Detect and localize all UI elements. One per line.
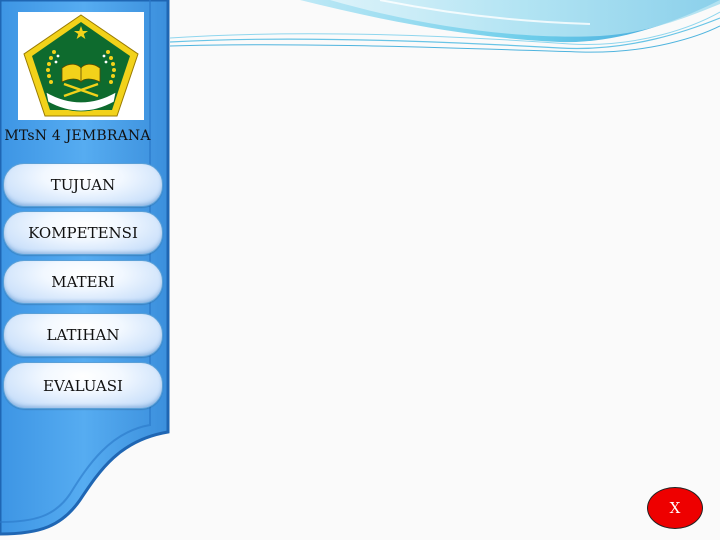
slide: MTsN 4 JEMBRANA TUJUAN KOMPETENSI MATERI… <box>0 0 720 540</box>
school-logo <box>18 12 144 120</box>
kemenag-logo-icon <box>23 14 139 117</box>
menu-button-latihan[interactable]: LATIHAN <box>3 313 163 357</box>
school-name: MTsN 4 JEMBRANA <box>4 128 151 144</box>
menu-button-evaluasi[interactable]: EVALUASI <box>3 362 163 409</box>
menu-button-kompetensi[interactable]: KOMPETENSI <box>3 211 163 255</box>
close-button[interactable]: X <box>647 487 703 529</box>
menu-button-materi[interactable]: MATERI <box>3 260 163 304</box>
menu-button-tujuan[interactable]: TUJUAN <box>3 163 163 207</box>
